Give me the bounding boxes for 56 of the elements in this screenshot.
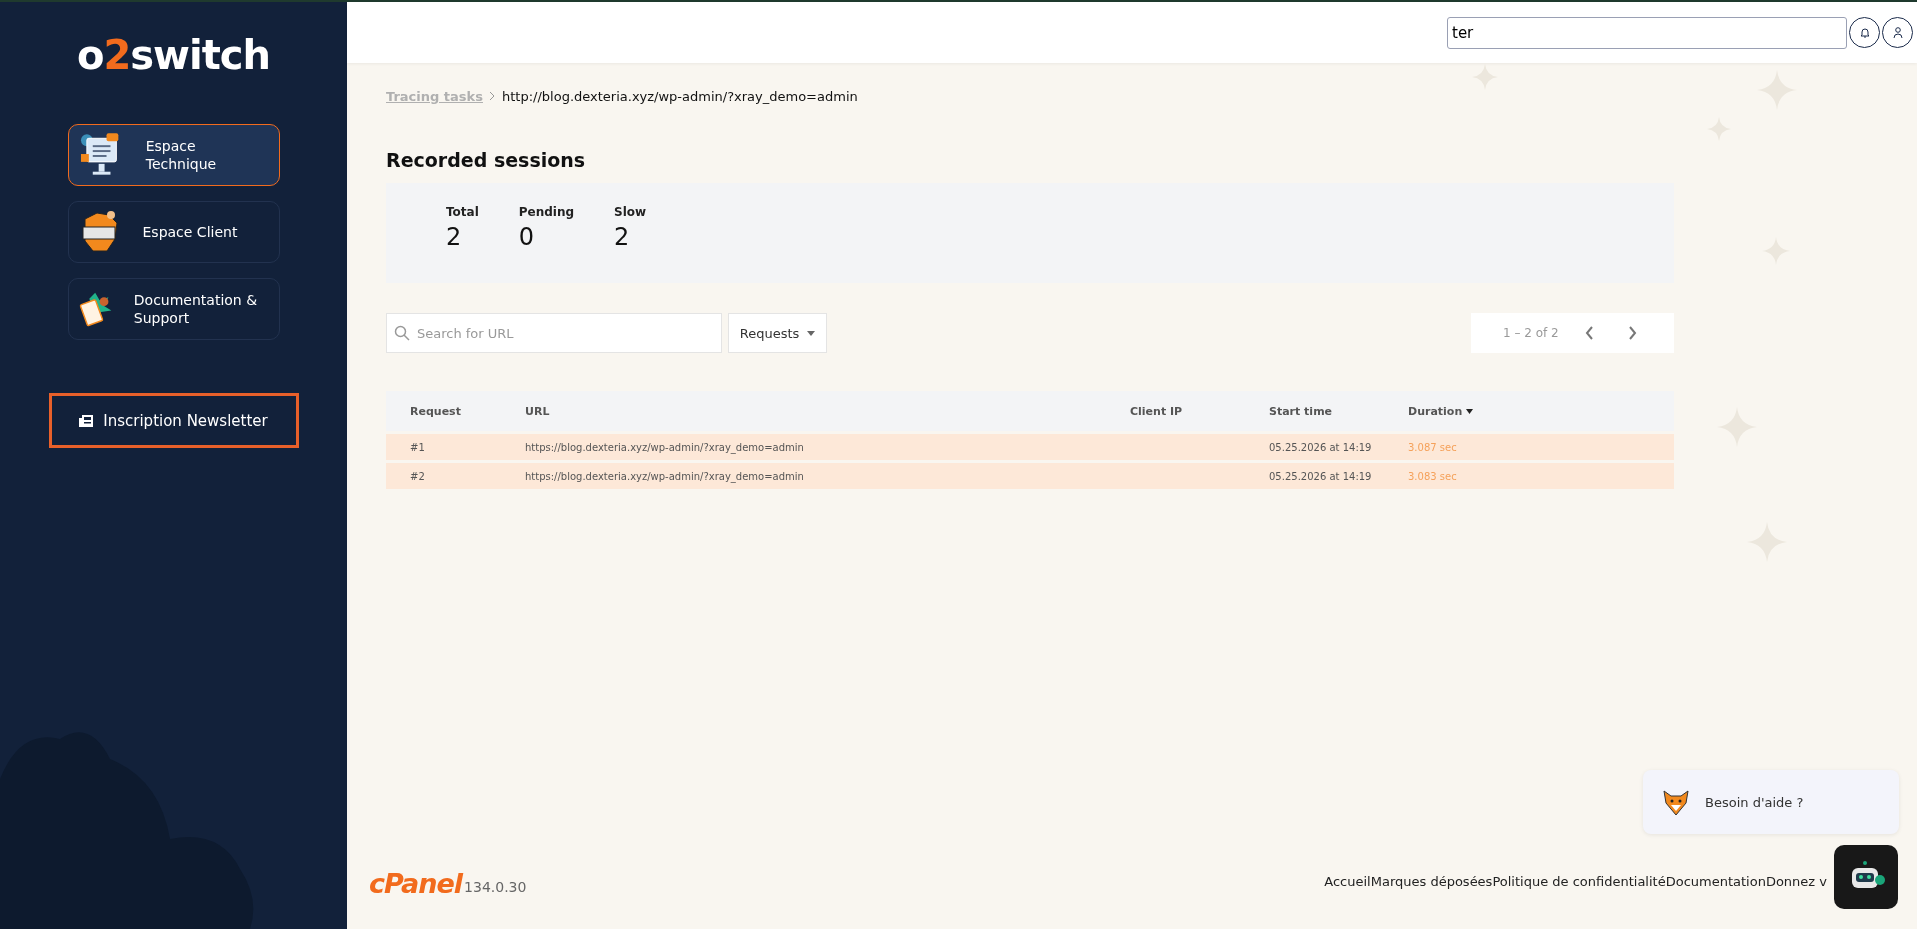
newsletter-button[interactable]: Inscription Newsletter	[48, 393, 299, 448]
stat-label: Pending	[518, 205, 575, 219]
help-text: Besoin d'aide ?	[1705, 794, 1804, 810]
column-header[interactable]: Client IP	[1130, 404, 1269, 418]
version-text: 134.0.30	[464, 879, 527, 895]
table-cell-text: https://blog.dexteria.xyz/wp-admin/?xray_demo=admin	[525, 441, 805, 453]
table-cell-text: 05.25.2026 at 14:19	[1269, 441, 1373, 453]
sparkle-icon	[1472, 64, 1498, 90]
column-header[interactable]: URL	[525, 404, 1130, 418]
user-icon	[1892, 27, 1903, 38]
notifications-button[interactable]	[1849, 17, 1880, 48]
stat-label: Total	[446, 205, 479, 219]
nav-item[interactable]: Documentation & Support	[67, 278, 280, 340]
caret-icon	[807, 330, 816, 336]
table-cell-text: https://blog.dexteria.xyz/wp-admin/?xray_demo=admin	[525, 470, 805, 482]
account-button[interactable]	[1882, 17, 1913, 48]
chevron-right-icon	[1627, 326, 1637, 340]
footer-link[interactable]: Documentation	[1665, 874, 1766, 889]
table-cell-text: #1	[410, 441, 426, 453]
table-cell-text: 3.083 sec	[1408, 470, 1458, 482]
previous-page-button[interactable]	[1584, 326, 1594, 340]
newspaper-icon	[79, 414, 94, 427]
page-title: Recorded sessions	[386, 149, 587, 171]
sort-descending-icon	[1466, 408, 1474, 414]
fox-icon	[1661, 787, 1691, 817]
column-header[interactable]: Request	[410, 404, 525, 418]
table-row[interactable]: #1 https://blog.dexteria.xyz/wp-admin/?xray_demo=admin 05.25.2026 at 14:19 3.087 sec	[386, 434, 1674, 460]
breadcrumb-current: http://blog.dexteria.xyz/wp-admin/?xray_demo=admin	[502, 89, 858, 104]
next-page-button[interactable]	[1627, 326, 1637, 340]
footer-link[interactable]: Marques déposées	[1370, 874, 1493, 889]
nav-item[interactable]: Espace Client	[67, 201, 280, 263]
column-header[interactable]: Start time	[1269, 404, 1408, 418]
footer-link[interactable]: Donnez v	[1765, 874, 1827, 889]
footer-link[interactable]: Accueil	[1324, 874, 1371, 889]
nav-item[interactable]: Espace Technique	[67, 124, 280, 186]
column-header[interactable]: Duration	[1408, 404, 1674, 418]
table-row[interactable]: #2 https://blog.dexteria.xyz/wp-admin/?xray_demo=admin 05.25.2026 at 14:19 3.083 sec	[386, 463, 1674, 489]
stat-value: 0	[518, 223, 536, 251]
table-cell-text: 05.25.2026 at 14:19	[1269, 470, 1373, 482]
url-search-field[interactable]: Search for URL	[386, 313, 722, 353]
requests-dropdown[interactable]: Requests	[728, 313, 827, 353]
chevron-right-icon	[489, 91, 496, 101]
stat-value: 2	[614, 223, 631, 251]
logo: o2switch	[76, 32, 271, 78]
search-field[interactable]: ter	[1447, 16, 1847, 49]
stat-label: Slow	[614, 205, 647, 219]
pagination-text: 1 – 2 of 2	[1503, 326, 1559, 340]
chevron-left-icon	[1584, 326, 1594, 340]
table-cell-text: 3.087 sec	[1408, 441, 1458, 453]
stat-value: 2	[446, 223, 463, 251]
help-bubble[interactable]: Besoin d'aide ?	[1643, 770, 1899, 834]
footer-link[interactable]: Politique de confidentialité	[1492, 874, 1666, 889]
cpanel-logo: cPanel	[369, 868, 463, 899]
chatbot-button[interactable]	[1834, 845, 1898, 909]
table-cell-text: #2	[410, 470, 426, 482]
bell-icon	[1859, 27, 1870, 38]
